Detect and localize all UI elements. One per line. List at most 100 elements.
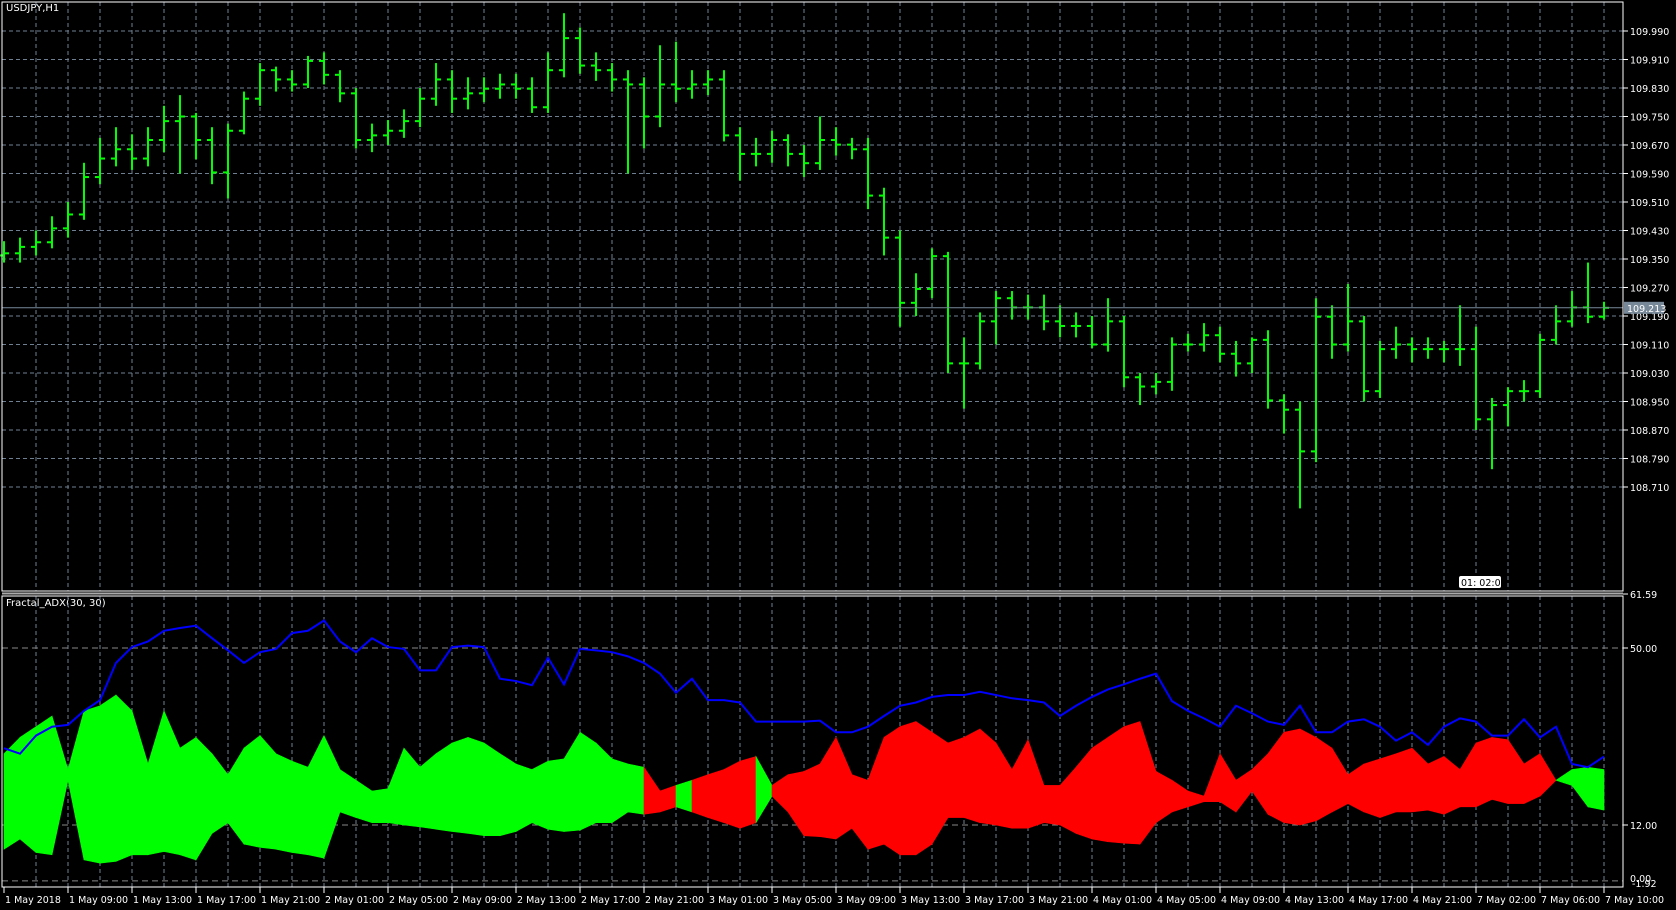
band-segment bbox=[803, 763, 821, 837]
band-segment bbox=[643, 766, 661, 815]
band-segment bbox=[1347, 763, 1365, 813]
ohlc-bar bbox=[1295, 401, 1305, 509]
band-segment bbox=[307, 735, 325, 859]
ohlc-bar bbox=[431, 63, 441, 106]
ohlc-bar bbox=[495, 73, 505, 99]
time-axis-label: 2 May 13:00 bbox=[517, 895, 576, 906]
band-segment bbox=[1539, 752, 1557, 797]
ohlc-bar bbox=[1087, 316, 1097, 349]
band-segment bbox=[723, 760, 741, 829]
time-axis-label: 3 May 13:00 bbox=[901, 895, 960, 906]
ohlc-bar bbox=[239, 91, 249, 135]
band-segment bbox=[1155, 770, 1173, 824]
time-axis-label: 4 May 13:00 bbox=[1285, 895, 1344, 906]
band-segment bbox=[419, 753, 437, 830]
time-axis-label: 1 May 13:00 bbox=[133, 895, 192, 906]
band-segment bbox=[707, 769, 725, 824]
ohlc-bar bbox=[1599, 301, 1609, 320]
ohlc-bar bbox=[895, 230, 905, 327]
band-segment bbox=[1395, 747, 1413, 813]
time-axis-label: 4 May 17:00 bbox=[1349, 895, 1408, 906]
band-segment bbox=[35, 715, 53, 856]
band-segment bbox=[483, 742, 501, 837]
time-axis-label: 7 May 10:00 bbox=[1605, 895, 1664, 906]
ohlc-bar bbox=[1391, 326, 1401, 359]
ohlc-bar bbox=[1503, 387, 1513, 427]
band-segment bbox=[1315, 736, 1333, 822]
ohlc-bar bbox=[223, 123, 233, 199]
band-segment bbox=[995, 741, 1013, 829]
band-segment bbox=[67, 710, 85, 860]
ohlc-bar bbox=[1343, 283, 1353, 352]
band-segment bbox=[963, 728, 981, 824]
band-segment bbox=[547, 758, 565, 832]
band-segment bbox=[1379, 753, 1397, 818]
time-axis-label: 1 May 2018 bbox=[5, 895, 61, 906]
indicator-axis-label: 61.59 bbox=[1630, 590, 1657, 601]
ohlc-bar bbox=[79, 162, 89, 220]
band-segment bbox=[163, 710, 181, 856]
band-segment bbox=[1507, 738, 1525, 804]
ohlc-bar bbox=[1407, 337, 1417, 363]
ohlc-bar bbox=[719, 70, 729, 142]
ohlc-bar bbox=[1423, 337, 1433, 359]
ohlc-bar bbox=[1359, 316, 1369, 402]
ohlc-bar bbox=[959, 337, 969, 409]
ohlc-bar bbox=[415, 88, 425, 128]
band-segment bbox=[3, 736, 21, 850]
price-axis-label: 109.670 bbox=[1630, 141, 1669, 152]
indicator-axis-label: 50.00 bbox=[1630, 644, 1657, 655]
ohlc-bar bbox=[31, 230, 41, 256]
band-segment bbox=[771, 774, 789, 813]
ohlc-bar bbox=[175, 95, 185, 174]
ohlc-bar bbox=[255, 63, 265, 106]
ohlc-bar bbox=[1199, 323, 1209, 352]
time-axis-label: 7 May 06:00 bbox=[1541, 895, 1600, 906]
band-segment bbox=[755, 755, 773, 824]
price-axis-label: 109.430 bbox=[1630, 227, 1669, 238]
ohlc-bar bbox=[1119, 316, 1129, 388]
band-segment bbox=[1267, 731, 1285, 824]
time-axis-label: 4 May 21:00 bbox=[1413, 895, 1472, 906]
ohlc-bar bbox=[527, 77, 537, 113]
band-segment bbox=[403, 747, 421, 828]
band-segment bbox=[195, 736, 213, 862]
ohlc-bar bbox=[319, 52, 329, 85]
time-axis-label: 4 May 01:00 bbox=[1093, 895, 1152, 906]
band-segment bbox=[99, 694, 117, 864]
price-axis-label: 109.270 bbox=[1630, 284, 1669, 295]
band-segment bbox=[1571, 766, 1589, 808]
band-segment bbox=[579, 731, 597, 831]
band-segment bbox=[51, 715, 69, 855]
band-segment bbox=[83, 705, 101, 864]
band-segment bbox=[499, 753, 517, 837]
ohlc-bar bbox=[815, 116, 825, 170]
ohlc-bar bbox=[1583, 262, 1593, 324]
price-axis-label: 109.030 bbox=[1630, 369, 1669, 380]
band-segment bbox=[291, 760, 309, 856]
price-axis-label: 109.910 bbox=[1630, 56, 1669, 67]
ohlc-bar bbox=[911, 273, 921, 316]
ohlc-bar bbox=[1151, 373, 1161, 395]
ohlc-bar bbox=[927, 248, 937, 299]
chart-canvas[interactable]: 109.990 109.910 109.830 109.750 109.670 109.5… bbox=[0, 0, 1676, 910]
band-segment bbox=[435, 742, 453, 832]
band-segment bbox=[1363, 758, 1381, 818]
band-segment bbox=[451, 737, 469, 834]
band-segment bbox=[867, 737, 885, 850]
band-segment bbox=[1123, 721, 1141, 845]
band-segment bbox=[259, 734, 277, 850]
time-axis-label: 2 May 09:00 bbox=[453, 895, 512, 906]
ohlc-bar bbox=[735, 127, 745, 181]
ohlc-bar bbox=[1263, 330, 1273, 409]
band-segment bbox=[851, 774, 869, 851]
price-axis-label: 108.950 bbox=[1630, 398, 1669, 409]
ohlc-bar bbox=[623, 70, 633, 174]
band-segment bbox=[883, 726, 901, 856]
ohlc-bar bbox=[1519, 380, 1529, 402]
band-segment bbox=[899, 721, 917, 856]
ohlc-bar bbox=[687, 70, 697, 99]
ohlc-bar bbox=[447, 70, 457, 113]
band-segment bbox=[1475, 737, 1493, 808]
ohlc-bar bbox=[991, 291, 1001, 345]
